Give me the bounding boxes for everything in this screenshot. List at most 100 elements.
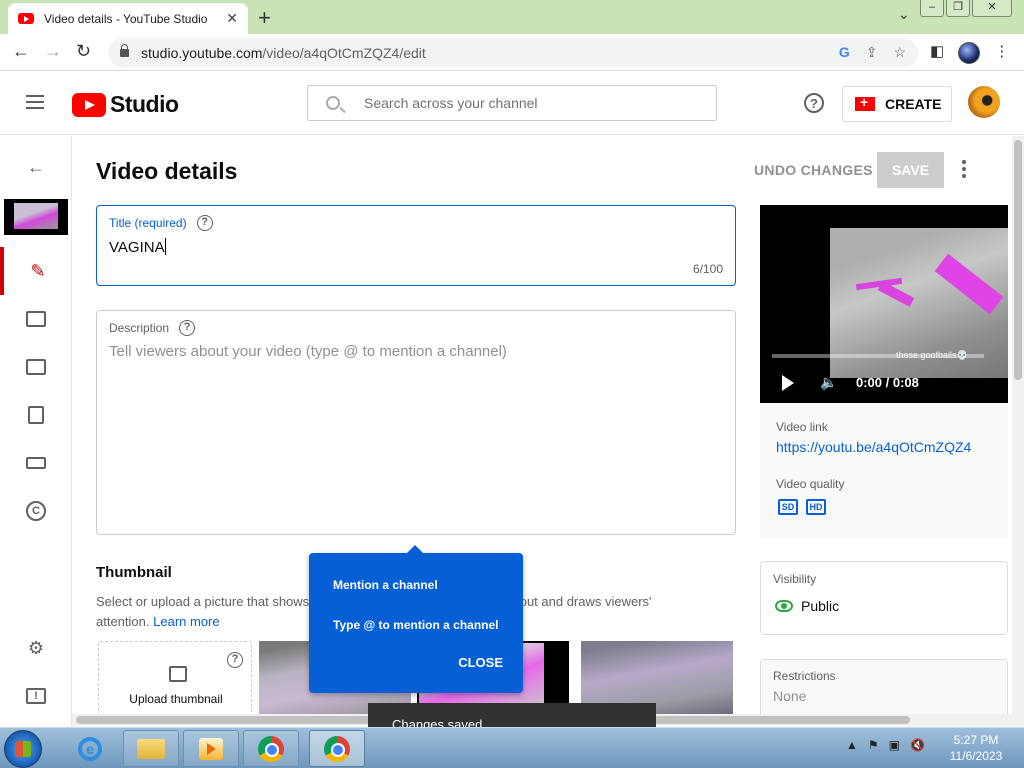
nav-feedback-icon[interactable]: ! <box>0 672 72 720</box>
tooltip-body: Type @ to mention a channel <box>333 618 499 632</box>
youtube-favicon-icon <box>18 13 34 24</box>
tray-volume-muted-icon[interactable]: 🔇 <box>910 738 925 752</box>
quality-sd-icon: SD <box>778 499 798 515</box>
youtube-logo-icon <box>72 92 106 117</box>
title-label: Title (required) <box>109 216 187 230</box>
visibility-value: Public <box>801 598 840 614</box>
nav-settings-gear-icon[interactable]: ⚙ <box>0 624 72 672</box>
upload-help-icon[interactable]: ? <box>227 652 243 668</box>
video-quality-label: Video quality <box>776 477 845 491</box>
account-avatar[interactable] <box>968 86 1000 118</box>
side-panel-icon[interactable]: ◧ <box>930 42 944 64</box>
create-button[interactable]: CREATE <box>842 86 952 122</box>
clock-date: 11/6/2023 <box>949 749 1003 763</box>
visibility-label: Visibility <box>773 572 817 586</box>
channel-search-input[interactable]: Search across your channel <box>307 85 717 121</box>
taskbar-clock[interactable]: 5:27 PM 11/6/2023 <box>936 732 1016 764</box>
add-image-icon <box>169 666 187 682</box>
nav-editor-clapper-icon[interactable] <box>0 343 72 391</box>
tray-network-icon[interactable]: ▣ <box>889 738 900 752</box>
tray-expand-icon[interactable]: ▲ <box>846 738 858 752</box>
studio-logo[interactable]: Studio <box>72 91 179 118</box>
mention-channel-tooltip: Mention a channel Type @ to mention a ch… <box>309 545 523 693</box>
url-omnibox[interactable]: studio.youtube.com/video/a4qOtCmZQZ4/edi… <box>108 38 918 67</box>
restore-button[interactable]: ❐ <box>946 0 970 17</box>
start-button[interactable] <box>4 730 42 768</box>
taskbar-chrome-active-icon[interactable] <box>309 730 365 767</box>
window-close-button[interactable]: ✕ <box>972 0 1012 17</box>
quality-hd-icon: HD <box>806 499 826 515</box>
upload-thumbnail-button[interactable]: ? Upload thumbnail <box>98 641 252 721</box>
url-path: /video/a4qOtCmZQZ4/edit <box>262 44 426 61</box>
taskbar-chrome-icon[interactable] <box>243 730 299 767</box>
new-tab-icon[interactable]: + <box>258 5 271 31</box>
tooltip-close-button[interactable]: CLOSE <box>458 655 503 670</box>
video-link-label: Video link <box>776 420 828 434</box>
nav-analytics-icon[interactable] <box>0 295 72 343</box>
video-info-panel: Video link https://youtu.be/a4qOtCmZQZ4 … <box>760 403 1008 537</box>
tab-close-icon[interactable]: ✕ <box>226 10 238 27</box>
video-progress-bar[interactable] <box>772 354 984 358</box>
nav-comments-icon[interactable] <box>0 391 72 439</box>
page-title: Video details <box>96 158 238 184</box>
title-input-value: VAGINA <box>109 239 165 256</box>
tab-title: Video details - YouTube Studio <box>44 11 208 26</box>
forward-icon[interactable]: → <box>44 41 62 62</box>
windows-taskbar: e ▲ ⚑ ▣ 🔇 5:27 PM 11/6/2023 <box>0 727 1024 768</box>
learn-more-link[interactable]: Learn more <box>153 614 219 629</box>
help-icon[interactable]: ? <box>804 93 824 113</box>
browser-tab-bar: Video details - YouTube Studio ✕ + ⌄ – ❐… <box>0 0 1024 34</box>
video-time: 0:00 / 0:08 <box>856 375 919 390</box>
url-host: studio.youtube.com <box>141 44 263 61</box>
nav-details-pencil-icon[interactable]: ✎ <box>0 247 72 295</box>
browser-menu-icon[interactable]: ⋮ <box>994 42 1009 64</box>
back-arrow-icon[interactable]: ← <box>0 143 72 191</box>
nav-subtitles-icon[interactable] <box>0 439 72 487</box>
taskbar-media-player-icon[interactable] <box>183 730 239 767</box>
visibility-card[interactable]: Visibility Public <box>760 561 1008 635</box>
create-video-icon <box>855 94 875 111</box>
studio-header: Studio Search across your channel ? CREA… <box>0 71 1024 135</box>
window-controls: – ❐ ✕ <box>920 0 1012 17</box>
restrictions-card[interactable]: Restrictions None <box>760 659 1008 719</box>
text-caret <box>164 238 166 255</box>
minimize-button[interactable]: – <box>920 0 944 17</box>
search-placeholder: Search across your channel <box>364 95 538 111</box>
video-preview-player[interactable]: these goofballs💀 🔈 0:00 / 0:08 <box>760 205 1008 403</box>
undo-changes-button[interactable]: UNDO CHANGES <box>754 162 873 178</box>
title-char-counter: 6/100 <box>692 262 723 276</box>
thumbnail-heading: Thumbnail <box>96 564 172 581</box>
save-button[interactable]: SAVE <box>877 152 944 188</box>
video-thumbnail-mini[interactable] <box>4 199 68 235</box>
logo-text: Studio <box>110 91 179 117</box>
tray-flag-icon[interactable]: ⚑ <box>868 738 879 752</box>
lock-icon <box>120 43 129 57</box>
play-icon[interactable] <box>782 375 794 391</box>
main-content: Video details UNDO CHANGES SAVE Title (r… <box>72 136 1012 721</box>
back-icon[interactable]: ← <box>12 41 30 62</box>
more-options-icon[interactable] <box>962 160 966 181</box>
reload-icon[interactable]: ↻ <box>76 41 91 62</box>
title-field[interactable]: Title (required) ? VAGINA 6/100 <box>96 205 736 286</box>
volume-icon[interactable]: 🔈 <box>820 374 837 391</box>
video-link[interactable]: https://youtu.be/a4qOtCmZQZ4 <box>776 439 971 455</box>
nav-copyright-icon[interactable]: C <box>0 487 72 535</box>
create-label: CREATE <box>885 96 942 112</box>
changes-saved-toast: Changes saved <box>368 703 656 727</box>
hamburger-menu-icon[interactable] <box>26 95 44 109</box>
clock-time: 5:27 PM <box>953 733 999 747</box>
share-icon[interactable]: ⇪ <box>866 44 878 61</box>
vertical-scrollbar[interactable] <box>1012 136 1024 726</box>
browser-tab[interactable]: Video details - YouTube Studio ✕ <box>8 3 248 34</box>
google-icon[interactable]: G <box>839 44 850 61</box>
description-field[interactable]: Description ? Tell viewers about your vi… <box>96 310 736 535</box>
bookmark-star-icon[interactable]: ☆ <box>893 44 906 61</box>
profile-avatar-icon[interactable] <box>958 42 981 64</box>
taskbar-explorer-icon[interactable] <box>123 730 179 767</box>
taskbar-ie-icon[interactable]: e <box>62 730 118 767</box>
description-help-icon[interactable]: ? <box>179 320 196 336</box>
tab-search-chevron-icon[interactable]: ⌄ <box>898 6 910 23</box>
title-help-icon[interactable]: ? <box>196 215 213 231</box>
left-nav: ← ✎ C ⚙ ! <box>0 136 72 726</box>
restrictions-value: None <box>773 688 807 704</box>
